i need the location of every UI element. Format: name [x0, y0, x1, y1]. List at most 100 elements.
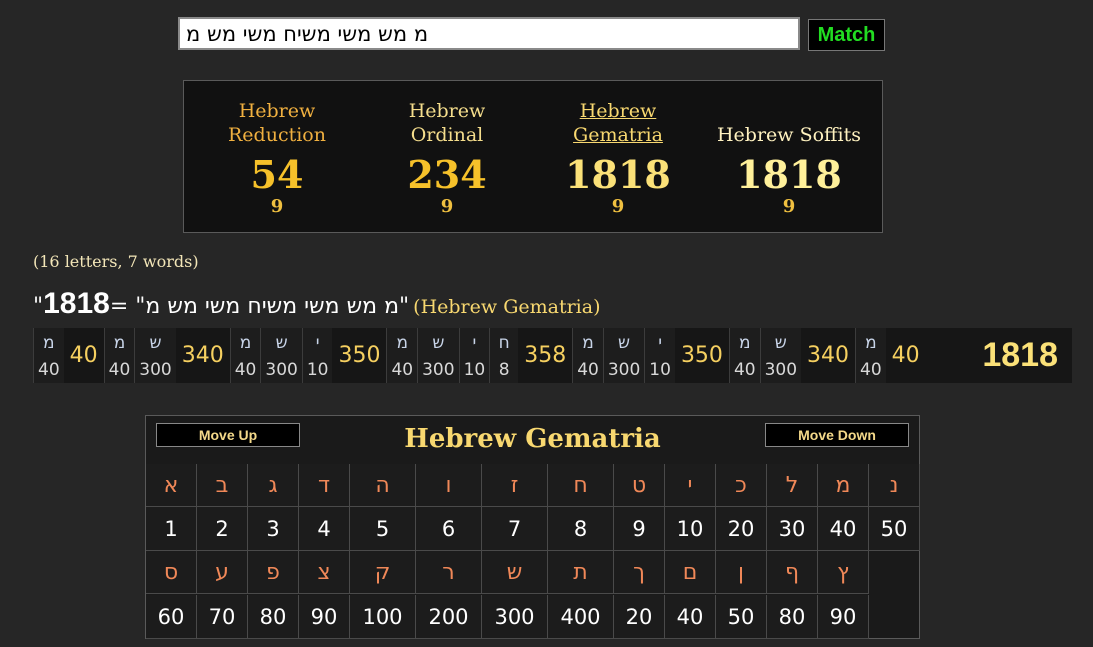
- chart-value-cell: 20: [716, 507, 767, 551]
- chart-value-cell: 10: [665, 507, 716, 551]
- chart-letter-cell: ד: [299, 464, 350, 507]
- cipher-hebrew-soffits[interactable]: Hebrew Soffits 1818 9: [714, 99, 864, 217]
- breakdown-word-total: 340: [181, 343, 224, 368]
- breakdown-letter-value: 10: [649, 360, 671, 380]
- chart-letter-cell: ע: [197, 551, 248, 594]
- breakdown-letter-cell: י 10: [458, 328, 490, 383]
- chart-value-cell: 2: [197, 507, 248, 551]
- chart-value-cell: 90: [299, 595, 350, 639]
- breakdown-letter-cell: מ 40: [229, 328, 261, 383]
- chart-letter-cell: ג: [248, 464, 299, 507]
- cipher-name: Hebrew Ordinal: [408, 100, 486, 146]
- chart-value-cell: 5: [350, 507, 416, 551]
- chart-letter-cell: י: [665, 464, 716, 507]
- chart-value-cell: 50: [716, 595, 767, 639]
- chart-letter-cell: ק: [350, 551, 416, 594]
- breakdown-letter-value: 40: [577, 360, 599, 380]
- gematria-chart: Move Up Hebrew Gematria Move Down אבגדהו…: [145, 415, 920, 639]
- cipher-hebrew-gematria[interactable]: Hebrew Gematria 1818 9: [543, 99, 693, 217]
- breakdown-letter-cell: מ 40: [386, 328, 418, 383]
- breakdown-letter-value: 10: [306, 360, 329, 380]
- cipher-summary-panel: Hebrew Reduction 54 9 Hebrew Ordinal 234…: [183, 80, 883, 233]
- letter-breakdown-strip: מ 40 40 מ 40 ש 300 340 מ 40 ש 300 י 10 350 מ 40 ש 300 י 10 ח 8…: [33, 328, 1072, 383]
- cipher-reduced-value: 9: [270, 196, 284, 217]
- chart-letter-cell: ח: [548, 464, 614, 507]
- breakdown-letter: ש: [774, 333, 787, 353]
- breakdown-letter: מ: [865, 333, 877, 353]
- breakdown-letter-cell: מ 40: [33, 328, 64, 383]
- breakdown-word-total: 340: [807, 343, 850, 368]
- chart-value-cell: 300: [482, 595, 548, 639]
- chart-value-cell: 80: [248, 595, 299, 639]
- chart-value-cell: 200: [416, 595, 482, 639]
- cipher-reduced-value: 9: [440, 196, 454, 217]
- chart-letter-cell: ז: [482, 464, 548, 507]
- breakdown-letter-value: 300: [422, 360, 455, 380]
- search-input[interactable]: [178, 17, 800, 50]
- chart-letter-cell: פ: [248, 551, 299, 594]
- chart-value-cell: 400: [548, 595, 614, 639]
- cipher-name: Hebrew Gematria: [573, 100, 663, 146]
- breakdown-letter-value: 300: [265, 360, 298, 380]
- chart-value-cell: 60: [146, 595, 197, 639]
- chart-letter-cell: מ: [818, 464, 869, 507]
- breakdown-letter-value: 40: [860, 360, 882, 380]
- cipher-name: Hebrew Reduction: [228, 100, 326, 146]
- cipher-value: 1818: [736, 152, 842, 197]
- cipher-hebrew-reduction[interactable]: Hebrew Reduction 54 9: [202, 99, 352, 217]
- chart-value-cell: 90: [818, 595, 869, 639]
- chart-value-cell: 70: [197, 595, 248, 639]
- breakdown-letter-value: 40: [38, 360, 60, 380]
- breakdown-letter-value: 40: [733, 360, 756, 380]
- quote-close: ": [399, 294, 410, 319]
- result-phrase: מ מש משי משיח משי מש מ: [145, 294, 400, 319]
- breakdown-letter: מ: [239, 333, 252, 353]
- breakdown-letter-cell: ש 300: [134, 328, 176, 383]
- quote-open: ": [33, 294, 44, 319]
- cipher-hebrew-ordinal[interactable]: Hebrew Ordinal 234 9: [372, 99, 522, 217]
- result-cipher-name[interactable]: (Hebrew Gematria): [413, 296, 600, 318]
- breakdown-letter-value: 40: [108, 360, 131, 380]
- chart-letter-cell: ך: [614, 551, 665, 594]
- breakdown-letter-cell: ש 300: [602, 328, 645, 383]
- breakdown-letter-cell: ש 300: [759, 328, 802, 383]
- result-line: " 1818 = " מ מש משי משיח משי מש מ " (Heb…: [33, 287, 601, 321]
- breakdown-word-total: 40: [891, 343, 920, 368]
- chart-value-cell: 8: [548, 507, 614, 551]
- breakdown-grand-total: 1818: [982, 336, 1058, 374]
- breakdown-letter-cell: ש 300: [417, 328, 459, 383]
- breakdown-letter: מ: [43, 333, 55, 353]
- chart-value-cell: 6: [416, 507, 482, 551]
- chart-letter-cell: ו: [416, 464, 482, 507]
- breakdown-letter: י: [472, 333, 477, 353]
- cipher-name: Hebrew Soffits: [716, 124, 862, 146]
- result-total: 1818: [43, 287, 110, 320]
- breakdown-word-total: 350: [680, 343, 723, 368]
- chart-letter-cell: ץ: [818, 551, 869, 594]
- breakdown-letter: מ: [738, 333, 751, 353]
- chart-value-cell: 7: [482, 507, 548, 551]
- chart-letter-cell: ט: [614, 464, 665, 507]
- breakdown-letter: י: [658, 333, 663, 353]
- equals-sign: = ": [109, 294, 146, 319]
- chart-letter-cell: ל: [767, 464, 818, 507]
- breakdown-letter: ש: [149, 333, 162, 353]
- breakdown-letter: ש: [618, 333, 631, 353]
- breakdown-letter: מ: [396, 333, 409, 353]
- breakdown-letter-value: 300: [139, 360, 172, 380]
- breakdown-letter-cell: ש 300: [260, 328, 302, 383]
- letter-word-count: (16 letters, 7 words): [33, 252, 199, 271]
- letter-row-1: אבגדהוזחטיכלמנ: [146, 464, 920, 507]
- cipher-value: 54: [250, 152, 304, 197]
- match-button[interactable]: Match: [808, 19, 885, 51]
- breakdown-letter-cell: מ 40: [855, 328, 886, 383]
- move-down-button[interactable]: Move Down: [765, 423, 909, 447]
- breakdown-letter-cell: מ 40: [103, 328, 135, 383]
- chart-value-cell: 40: [818, 507, 869, 551]
- breakdown-letter-value: 300: [607, 360, 641, 380]
- chart-value-cell: 20: [614, 595, 665, 639]
- chart-letter-cell: ר: [416, 551, 482, 594]
- chart-letter-cell: ם: [665, 551, 716, 594]
- cipher-value: 234: [407, 152, 487, 197]
- chart-letter-cell: ן: [716, 551, 767, 594]
